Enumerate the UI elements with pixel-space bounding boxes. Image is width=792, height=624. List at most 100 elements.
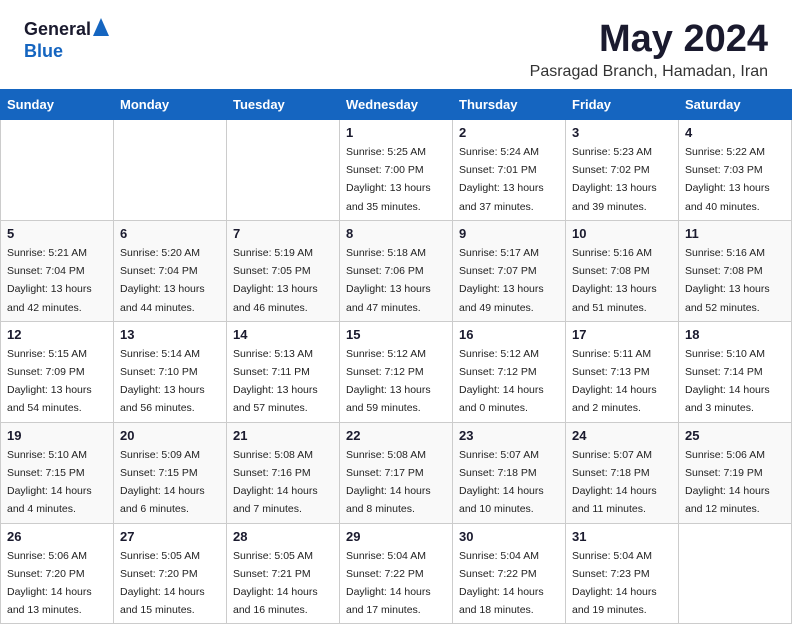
- day-info: Sunrise: 5:14 AMSunset: 7:10 PMDaylight:…: [120, 348, 205, 415]
- calendar-week-1: 1 Sunrise: 5:25 AMSunset: 7:00 PMDayligh…: [1, 120, 792, 221]
- table-row: [1, 120, 114, 221]
- calendar-location: Pasragad Branch, Hamadan, Iran: [530, 63, 768, 81]
- day-info: Sunrise: 5:09 AMSunset: 7:15 PMDaylight:…: [120, 449, 205, 516]
- table-row: 3 Sunrise: 5:23 AMSunset: 7:02 PMDayligh…: [566, 120, 679, 221]
- day-number: 1: [346, 125, 446, 140]
- table-row: 2 Sunrise: 5:24 AMSunset: 7:01 PMDayligh…: [453, 120, 566, 221]
- table-row: 19 Sunrise: 5:10 AMSunset: 7:15 PMDaylig…: [1, 422, 114, 523]
- day-number: 6: [120, 226, 220, 241]
- table-row: 31 Sunrise: 5:04 AMSunset: 7:23 PMDaylig…: [566, 523, 679, 624]
- calendar-week-5: 26 Sunrise: 5:06 AMSunset: 7:20 PMDaylig…: [1, 523, 792, 624]
- table-row: 15 Sunrise: 5:12 AMSunset: 7:12 PMDaylig…: [340, 321, 453, 422]
- day-info: Sunrise: 5:20 AMSunset: 7:04 PMDaylight:…: [120, 247, 205, 314]
- table-row: 12 Sunrise: 5:15 AMSunset: 7:09 PMDaylig…: [1, 321, 114, 422]
- day-number: 9: [459, 226, 559, 241]
- calendar-week-3: 12 Sunrise: 5:15 AMSunset: 7:09 PMDaylig…: [1, 321, 792, 422]
- day-info: Sunrise: 5:12 AMSunset: 7:12 PMDaylight:…: [459, 348, 544, 415]
- table-row: 14 Sunrise: 5:13 AMSunset: 7:11 PMDaylig…: [227, 321, 340, 422]
- day-info: Sunrise: 5:25 AMSunset: 7:00 PMDaylight:…: [346, 146, 431, 213]
- table-row: 17 Sunrise: 5:11 AMSunset: 7:13 PMDaylig…: [566, 321, 679, 422]
- table-row: 1 Sunrise: 5:25 AMSunset: 7:00 PMDayligh…: [340, 120, 453, 221]
- day-number: 21: [233, 428, 333, 443]
- day-number: 13: [120, 327, 220, 342]
- table-row: 22 Sunrise: 5:08 AMSunset: 7:17 PMDaylig…: [340, 422, 453, 523]
- day-number: 15: [346, 327, 446, 342]
- day-number: 29: [346, 529, 446, 544]
- day-number: 25: [685, 428, 785, 443]
- table-row: 4 Sunrise: 5:22 AMSunset: 7:03 PMDayligh…: [679, 120, 792, 221]
- day-number: 8: [346, 226, 446, 241]
- day-number: 10: [572, 226, 672, 241]
- table-row: 28 Sunrise: 5:05 AMSunset: 7:21 PMDaylig…: [227, 523, 340, 624]
- day-info: Sunrise: 5:12 AMSunset: 7:12 PMDaylight:…: [346, 348, 431, 415]
- logo-icon: [93, 18, 109, 41]
- page-container: General Blue May 2024 Pasragad Branch, H…: [0, 0, 792, 624]
- day-info: Sunrise: 5:04 AMSunset: 7:22 PMDaylight:…: [459, 550, 544, 617]
- day-info: Sunrise: 5:04 AMSunset: 7:22 PMDaylight:…: [346, 550, 431, 617]
- day-number: 30: [459, 529, 559, 544]
- day-info: Sunrise: 5:08 AMSunset: 7:17 PMDaylight:…: [346, 449, 431, 516]
- table-row: 26 Sunrise: 5:06 AMSunset: 7:20 PMDaylig…: [1, 523, 114, 624]
- table-row: 11 Sunrise: 5:16 AMSunset: 7:08 PMDaylig…: [679, 220, 792, 321]
- table-row: 18 Sunrise: 5:10 AMSunset: 7:14 PMDaylig…: [679, 321, 792, 422]
- calendar-title: May 2024: [530, 18, 768, 61]
- table-row: 6 Sunrise: 5:20 AMSunset: 7:04 PMDayligh…: [114, 220, 227, 321]
- calendar-week-2: 5 Sunrise: 5:21 AMSunset: 7:04 PMDayligh…: [1, 220, 792, 321]
- logo-blue-text: Blue: [24, 41, 63, 61]
- day-number: 28: [233, 529, 333, 544]
- day-info: Sunrise: 5:23 AMSunset: 7:02 PMDaylight:…: [572, 146, 657, 213]
- day-number: 16: [459, 327, 559, 342]
- day-info: Sunrise: 5:10 AMSunset: 7:15 PMDaylight:…: [7, 449, 92, 516]
- logo: General Blue: [24, 18, 109, 62]
- day-info: Sunrise: 5:11 AMSunset: 7:13 PMDaylight:…: [572, 348, 657, 415]
- calendar-week-4: 19 Sunrise: 5:10 AMSunset: 7:15 PMDaylig…: [1, 422, 792, 523]
- day-number: 14: [233, 327, 333, 342]
- day-info: Sunrise: 5:07 AMSunset: 7:18 PMDaylight:…: [459, 449, 544, 516]
- day-number: 27: [120, 529, 220, 544]
- day-info: Sunrise: 5:17 AMSunset: 7:07 PMDaylight:…: [459, 247, 544, 314]
- day-number: 22: [346, 428, 446, 443]
- day-info: Sunrise: 5:24 AMSunset: 7:01 PMDaylight:…: [459, 146, 544, 213]
- table-row: 27 Sunrise: 5:05 AMSunset: 7:20 PMDaylig…: [114, 523, 227, 624]
- col-tuesday: Tuesday: [227, 90, 340, 120]
- table-row: 24 Sunrise: 5:07 AMSunset: 7:18 PMDaylig…: [566, 422, 679, 523]
- col-monday: Monday: [114, 90, 227, 120]
- col-saturday: Saturday: [679, 90, 792, 120]
- day-info: Sunrise: 5:10 AMSunset: 7:14 PMDaylight:…: [685, 348, 770, 415]
- col-sunday: Sunday: [1, 90, 114, 120]
- day-info: Sunrise: 5:18 AMSunset: 7:06 PMDaylight:…: [346, 247, 431, 314]
- day-info: Sunrise: 5:04 AMSunset: 7:23 PMDaylight:…: [572, 550, 657, 617]
- day-info: Sunrise: 5:16 AMSunset: 7:08 PMDaylight:…: [572, 247, 657, 314]
- day-info: Sunrise: 5:05 AMSunset: 7:20 PMDaylight:…: [120, 550, 205, 617]
- table-row: 13 Sunrise: 5:14 AMSunset: 7:10 PMDaylig…: [114, 321, 227, 422]
- day-number: 7: [233, 226, 333, 241]
- table-row: 23 Sunrise: 5:07 AMSunset: 7:18 PMDaylig…: [453, 422, 566, 523]
- day-info: Sunrise: 5:06 AMSunset: 7:20 PMDaylight:…: [7, 550, 92, 617]
- table-row: 20 Sunrise: 5:09 AMSunset: 7:15 PMDaylig…: [114, 422, 227, 523]
- calendar-header-row: Sunday Monday Tuesday Wednesday Thursday…: [1, 90, 792, 120]
- day-number: 31: [572, 529, 672, 544]
- logo-general-text: General: [24, 19, 91, 40]
- day-number: 2: [459, 125, 559, 140]
- day-info: Sunrise: 5:07 AMSunset: 7:18 PMDaylight:…: [572, 449, 657, 516]
- day-info: Sunrise: 5:16 AMSunset: 7:08 PMDaylight:…: [685, 247, 770, 314]
- table-row: 21 Sunrise: 5:08 AMSunset: 7:16 PMDaylig…: [227, 422, 340, 523]
- table-row: 10 Sunrise: 5:16 AMSunset: 7:08 PMDaylig…: [566, 220, 679, 321]
- table-row: 9 Sunrise: 5:17 AMSunset: 7:07 PMDayligh…: [453, 220, 566, 321]
- day-number: 3: [572, 125, 672, 140]
- day-info: Sunrise: 5:05 AMSunset: 7:21 PMDaylight:…: [233, 550, 318, 617]
- day-number: 4: [685, 125, 785, 140]
- table-row: [227, 120, 340, 221]
- day-info: Sunrise: 5:06 AMSunset: 7:19 PMDaylight:…: [685, 449, 770, 516]
- col-wednesday: Wednesday: [340, 90, 453, 120]
- table-row: 29 Sunrise: 5:04 AMSunset: 7:22 PMDaylig…: [340, 523, 453, 624]
- day-number: 12: [7, 327, 107, 342]
- day-number: 5: [7, 226, 107, 241]
- day-info: Sunrise: 5:21 AMSunset: 7:04 PMDaylight:…: [7, 247, 92, 314]
- day-number: 23: [459, 428, 559, 443]
- day-info: Sunrise: 5:22 AMSunset: 7:03 PMDaylight:…: [685, 146, 770, 213]
- table-row: 7 Sunrise: 5:19 AMSunset: 7:05 PMDayligh…: [227, 220, 340, 321]
- day-number: 20: [120, 428, 220, 443]
- table-row: 5 Sunrise: 5:21 AMSunset: 7:04 PMDayligh…: [1, 220, 114, 321]
- header: General Blue May 2024 Pasragad Branch, H…: [0, 0, 792, 89]
